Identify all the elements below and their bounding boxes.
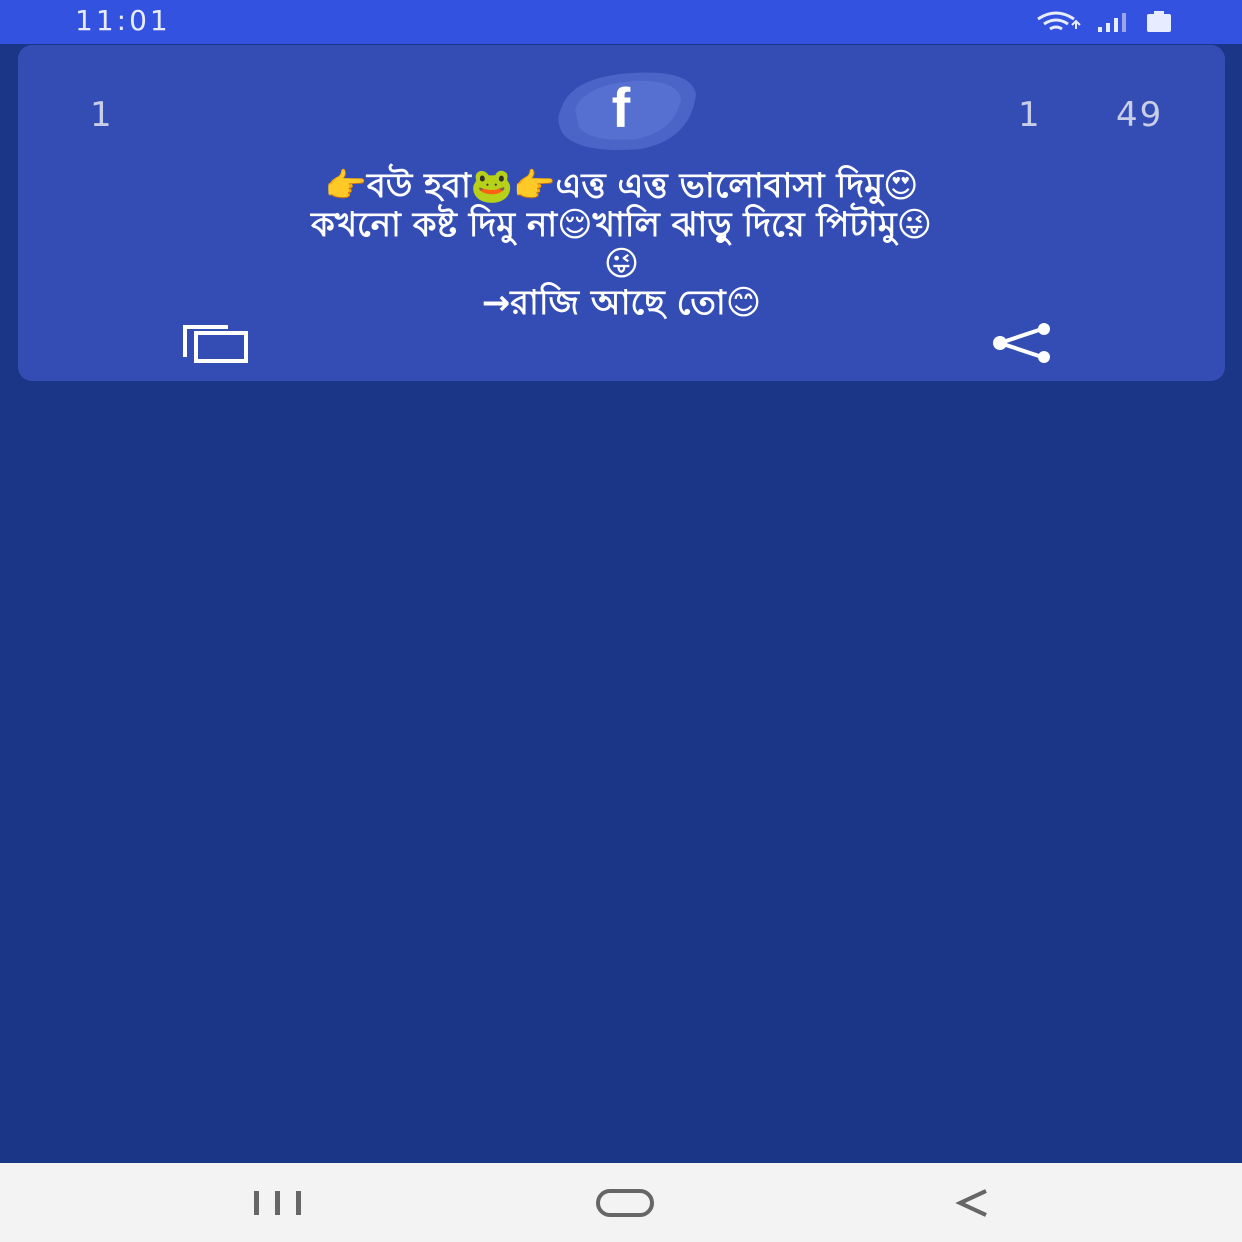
quote-card: 1 f 1 49 👉বউ হবা🐸👉এত্ত এত্ত ভালোবাসা দিম… xyxy=(18,45,1225,381)
wifi-icon xyxy=(1037,11,1081,31)
counter-middle: 1 xyxy=(1018,95,1040,135)
share-button[interactable] xyxy=(988,323,1058,363)
copy-button[interactable] xyxy=(180,321,254,365)
facebook-icon: f xyxy=(611,76,631,139)
copy-icon xyxy=(183,325,248,363)
recent-apps-button[interactable] xyxy=(250,1183,306,1223)
back-button[interactable] xyxy=(952,1183,992,1223)
quote-text: 👉বউ হবা🐸👉এত্ত এত্ত ভালোবাসা দিমু😍 কখনো ক… xyxy=(18,167,1225,323)
counter-right: 49 xyxy=(1116,95,1164,135)
status-icons xyxy=(1034,10,1172,34)
recent-apps-icon xyxy=(254,1191,301,1215)
quote-line: →রাজি আছে তো😊 xyxy=(481,283,762,323)
counter-left: 1 xyxy=(90,95,112,135)
home-icon xyxy=(596,1189,654,1217)
status-time: 11:01 xyxy=(75,4,171,37)
home-button[interactable] xyxy=(594,1183,656,1223)
navigation-bar xyxy=(0,1163,1242,1242)
back-icon xyxy=(955,1189,987,1217)
facebook-badge[interactable]: f xyxy=(541,69,701,159)
quote-line: 😜 xyxy=(603,244,640,284)
quote-line: কখনো কষ্ট দিমু না😌খালি ঝাড়ু দিয়ে পিটাম… xyxy=(310,205,933,245)
status-bar: 11:01 xyxy=(0,0,1242,44)
signal-icon xyxy=(1098,13,1126,32)
quote-line: 👉বউ হবা🐸👉এত্ত এত্ত ভালোবাসা দিমু😍 xyxy=(324,166,919,206)
battery-icon xyxy=(1147,11,1171,32)
share-icon xyxy=(993,323,1050,363)
